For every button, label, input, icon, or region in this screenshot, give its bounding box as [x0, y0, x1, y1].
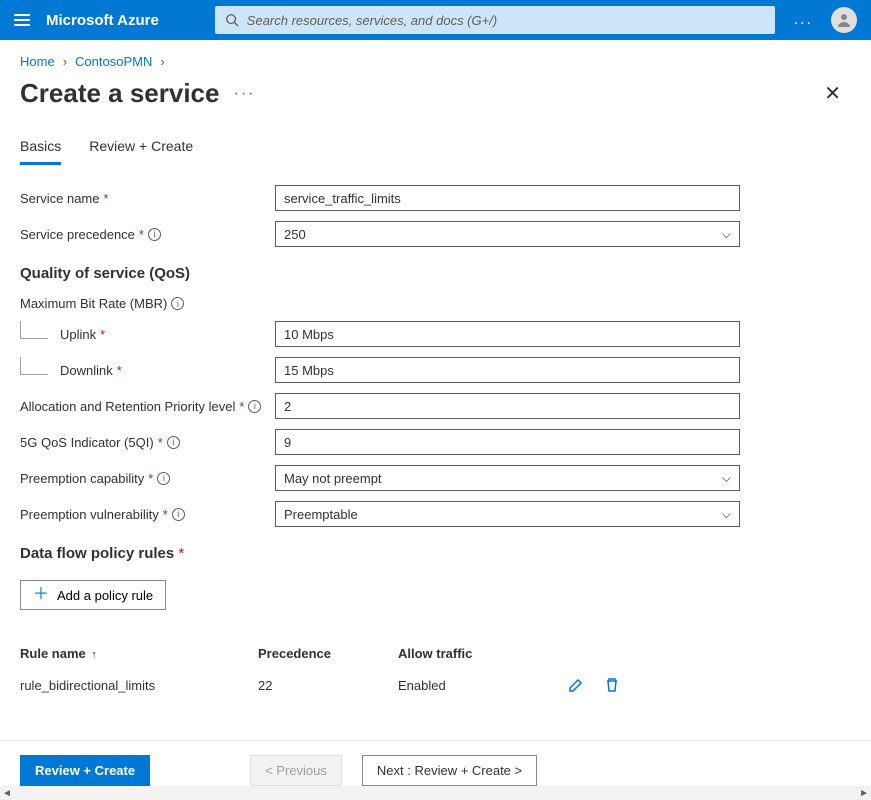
horizontal-scrollbar[interactable]: ◄ ►	[0, 786, 871, 800]
rules-table: Rule name ↑ Precedence Allow traffic rul…	[20, 638, 720, 701]
cell-rule-name: rule_bidirectional_limits	[20, 678, 258, 693]
page-more-icon[interactable]: ···	[233, 85, 255, 103]
next-button[interactable]: Next : Review + Create >	[362, 755, 537, 786]
arp-input[interactable]	[275, 393, 740, 419]
required-asterisk: *	[117, 363, 122, 378]
service-precedence-label: Service precedence	[20, 227, 135, 242]
tree-connector-icon	[20, 357, 48, 375]
breadcrumb-resource[interactable]: ContosoPMN	[75, 54, 152, 69]
mbr-label: Maximum Bit Rate (MBR)	[20, 296, 167, 311]
global-search[interactable]	[215, 6, 775, 34]
chevron-down-icon: ⌵	[722, 227, 731, 242]
qos-section-header: Quality of service (QoS)	[20, 265, 851, 282]
preempt-vuln-label: Preemption vulnerability	[20, 507, 159, 522]
preempt-vuln-select[interactable]: Preemptable ⌵	[275, 501, 740, 527]
column-rule-name[interactable]: Rule name ↑	[20, 646, 258, 661]
user-avatar[interactable]	[831, 7, 857, 33]
more-icon[interactable]: ...	[794, 11, 813, 29]
preempt-cap-value: May not preempt	[284, 471, 382, 486]
chevron-down-icon: ⌵	[722, 507, 731, 522]
downlink-input[interactable]	[275, 357, 740, 383]
menu-icon[interactable]	[14, 14, 30, 26]
fiveqi-input[interactable]	[275, 429, 740, 455]
tab-basics[interactable]: Basics	[20, 138, 61, 165]
info-icon[interactable]: i	[157, 472, 170, 485]
service-name-label: Service name	[20, 191, 99, 206]
rules-header-text: Data flow policy rules	[20, 545, 174, 562]
scroll-left-icon[interactable]: ◄	[2, 788, 12, 799]
plus-icon: ＋	[33, 587, 49, 603]
edit-icon[interactable]	[568, 677, 584, 693]
required-asterisk: *	[239, 399, 244, 414]
required-asterisk: *	[148, 471, 153, 486]
add-policy-rule-button[interactable]: ＋ Add a policy rule	[20, 580, 166, 610]
sort-asc-icon: ↑	[91, 649, 97, 661]
wizard-footer: Review + Create < Previous Next : Review…	[0, 740, 871, 786]
page-title: Create a service	[20, 78, 219, 109]
arp-label: Allocation and Retention Priority level	[20, 399, 235, 414]
close-icon[interactable]: ✕	[814, 77, 851, 110]
service-precedence-select[interactable]: 250 ⌵	[275, 221, 740, 247]
scroll-right-icon[interactable]: ►	[859, 788, 869, 799]
cell-allow: Enabled	[398, 678, 568, 693]
azure-topbar: Microsoft Azure ...	[0, 0, 871, 40]
brand-label: Microsoft Azure	[46, 12, 159, 29]
rules-section-header: Data flow policy rules *	[20, 545, 851, 562]
preempt-cap-label: Preemption capability	[20, 471, 144, 486]
required-asterisk: *	[158, 435, 163, 450]
uplink-input[interactable]	[275, 321, 740, 347]
required-asterisk: *	[139, 227, 144, 242]
info-icon[interactable]: i	[148, 228, 161, 241]
required-asterisk: *	[163, 507, 168, 522]
review-create-button[interactable]: Review + Create	[20, 755, 150, 786]
form-body: Service name * Service precedence * i 25…	[0, 165, 871, 701]
service-name-input[interactable]	[275, 185, 740, 211]
preempt-vuln-value: Preemptable	[284, 507, 358, 522]
downlink-label: Downlink	[60, 363, 113, 378]
required-asterisk: *	[178, 545, 184, 562]
service-precedence-value: 250	[284, 227, 306, 242]
breadcrumb-home[interactable]: Home	[20, 54, 55, 69]
required-asterisk: *	[103, 191, 108, 206]
breadcrumb: Home › ContosoPMN ›	[0, 40, 871, 75]
search-icon	[225, 13, 239, 27]
info-icon[interactable]: i	[171, 297, 184, 310]
info-icon[interactable]: i	[167, 436, 180, 449]
page-header: Create a service ··· ✕	[0, 75, 871, 120]
info-icon[interactable]: i	[172, 508, 185, 521]
search-input[interactable]	[247, 13, 765, 28]
column-precedence[interactable]: Precedence	[258, 646, 398, 661]
chevron-down-icon: ⌵	[722, 471, 731, 486]
required-asterisk: *	[100, 327, 105, 342]
uplink-label: Uplink	[60, 327, 96, 342]
cell-precedence: 22	[258, 678, 398, 693]
delete-icon[interactable]	[604, 677, 620, 693]
chevron-right-icon: ›	[160, 54, 164, 69]
tab-review-create[interactable]: Review + Create	[89, 138, 193, 165]
tree-connector-icon	[20, 321, 48, 339]
table-header: Rule name ↑ Precedence Allow traffic	[20, 638, 720, 669]
fiveqi-label: 5G QoS Indicator (5QI)	[20, 435, 154, 450]
tab-bar: Basics Review + Create	[0, 120, 871, 165]
info-icon[interactable]: i	[248, 400, 261, 413]
chevron-right-icon: ›	[63, 54, 67, 69]
table-row: rule_bidirectional_limits 22 Enabled	[20, 669, 720, 701]
add-rule-label: Add a policy rule	[57, 588, 153, 603]
column-allow-traffic[interactable]: Allow traffic	[398, 646, 568, 661]
preempt-cap-select[interactable]: May not preempt ⌵	[275, 465, 740, 491]
previous-button: < Previous	[250, 755, 342, 786]
